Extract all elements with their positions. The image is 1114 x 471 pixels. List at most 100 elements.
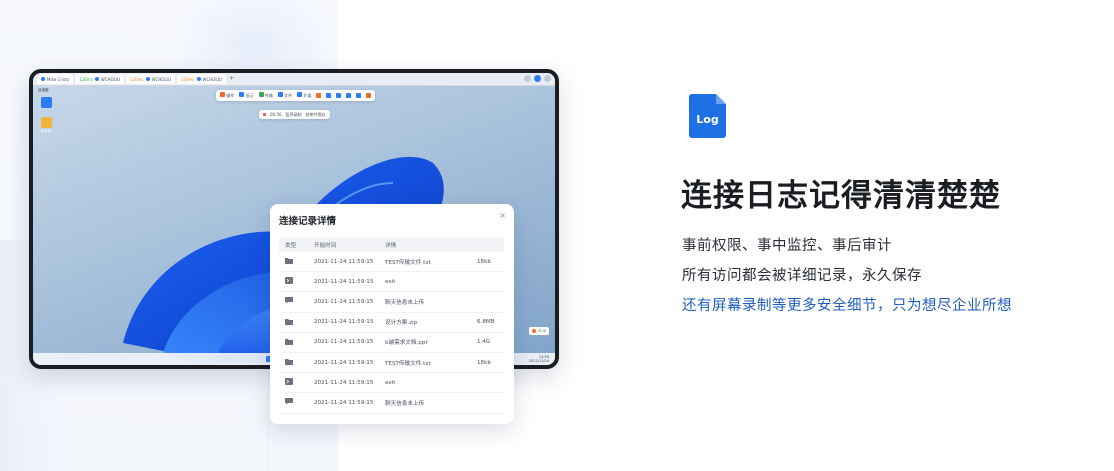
computer-icon bbox=[40, 97, 52, 108]
row-detail-cell: exit bbox=[385, 278, 396, 285]
session-status-icon bbox=[94, 77, 99, 81]
background-divider bbox=[268, 360, 269, 471]
row-time-cell: 2021-11-24 11:59:15 bbox=[314, 339, 374, 346]
display-icon bbox=[239, 92, 245, 97]
session-tab-label: Mike Cristo bbox=[47, 76, 70, 82]
row-type-cell bbox=[279, 257, 314, 266]
toolbar-item-display[interactable]: 显示 bbox=[239, 92, 254, 99]
table-row[interactable]: 2021-11-24 11:59:15 TEST传输文件.txt 18kb bbox=[279, 252, 504, 273]
latency-label: 126ms bbox=[180, 76, 195, 82]
folder-icon bbox=[40, 117, 52, 128]
recording-indicator-icon bbox=[263, 113, 266, 116]
row-time-cell: 2021-11-24 11:59:15 bbox=[314, 298, 374, 305]
row-size-cell: 1.4G bbox=[477, 339, 491, 346]
session-status-icon bbox=[41, 77, 45, 81]
recording-bar: 00:56 暂停录制 结束并保存 bbox=[259, 110, 330, 119]
row-detail-cell: 聊天信息未上传 bbox=[385, 299, 425, 306]
session-tab[interactable]: 126ms WCHOLIU bbox=[126, 74, 175, 84]
window-control-button[interactable] bbox=[544, 75, 551, 82]
table-row[interactable]: 2021-11-24 11:59:15 exit bbox=[279, 272, 504, 293]
folder-icon bbox=[285, 338, 293, 347]
operate-icon bbox=[220, 92, 225, 97]
session-tab-label: WCHOLIU bbox=[202, 76, 222, 82]
keyboard-icon[interactable] bbox=[346, 93, 352, 98]
clock-date: 2021/11/24 bbox=[528, 359, 549, 363]
toolbar-item-extend[interactable]: 扩展 bbox=[297, 92, 311, 99]
row-time-cell: 2021-11-24 11:59:15 bbox=[314, 278, 374, 285]
row-detail-cell: b端需求文档.ppt bbox=[385, 340, 428, 347]
table-header: 类型 开始时间 详情 bbox=[279, 237, 504, 252]
table-row[interactable]: 2021-11-24 11:59:15 TEST传输文件.txt 18kb bbox=[279, 353, 504, 374]
input-method-icon bbox=[532, 329, 537, 333]
window-icon[interactable] bbox=[356, 93, 362, 98]
row-type-cell bbox=[279, 277, 314, 286]
desktop-icon-label: 回收站 bbox=[40, 129, 52, 133]
row-type-cell bbox=[279, 318, 314, 327]
connection-log-dialog: 连接记录详情 × 类型 开始时间 详情 2021-11-24 11:59:15 T… bbox=[270, 204, 514, 424]
latency-label: 126ms bbox=[130, 76, 144, 82]
toolbar-item-transfer[interactable]: 传输 bbox=[258, 92, 273, 99]
folder-icon bbox=[285, 358, 293, 367]
row-detail-cell: 设计方案.zip bbox=[385, 320, 418, 327]
pause-recording-button[interactable]: 暂停录制 bbox=[286, 112, 302, 118]
settings-icon[interactable] bbox=[524, 75, 531, 82]
row-size-cell: 18kb bbox=[477, 258, 491, 265]
log-table: 类型 开始时间 详情 2021-11-24 11:59:15 TEST传输文件.t… bbox=[279, 237, 504, 414]
column-header-detail: 详情 bbox=[385, 242, 397, 249]
folder-icon bbox=[285, 318, 293, 327]
row-time-cell: 2021-11-24 11:59:15 bbox=[314, 359, 374, 366]
record-icon[interactable] bbox=[316, 93, 322, 98]
row-time-cell: 2021-11-24 11:59:15 bbox=[314, 258, 374, 265]
input-method-badge[interactable]: 中 ⚙ bbox=[529, 327, 549, 335]
transfer-icon bbox=[258, 92, 264, 97]
terminal-icon bbox=[285, 277, 293, 286]
fullscreen-icon[interactable] bbox=[366, 93, 372, 98]
session-tab[interactable]: 126ms WCHOLIU bbox=[75, 74, 124, 84]
feature-headline: 连接日志记得清清楚楚 bbox=[681, 178, 1001, 214]
table-row[interactable]: 2021-11-24 11:59:15 exit bbox=[279, 373, 504, 394]
toolbar-item-operate[interactable]: 操作 bbox=[220, 92, 234, 99]
session-tab-label: WCHOLIU bbox=[100, 76, 120, 82]
column-header-start-time: 开始时间 bbox=[314, 242, 337, 249]
table-row[interactable]: 2021-11-24 11:59:15 设计方案.zip 6.8MB bbox=[279, 313, 504, 333]
file-icon bbox=[277, 92, 283, 97]
table-row[interactable]: 2021-11-24 11:59:15 聊天信息未上传 bbox=[279, 292, 504, 313]
user-avatar-icon[interactable] bbox=[534, 75, 541, 82]
row-detail-cell: TEST传输文件.txt bbox=[385, 259, 431, 266]
row-type-cell bbox=[279, 297, 314, 306]
table-row[interactable]: 2021-11-24 11:59:15 b端需求文档.ppt 1.4G bbox=[279, 333, 504, 353]
row-type-cell bbox=[279, 378, 314, 387]
feature-line: 事前权限、事中监控、事后审计 bbox=[682, 238, 892, 254]
session-tab-label: WCHOLIU bbox=[151, 76, 171, 82]
desktop-icon-computer[interactable] bbox=[37, 97, 55, 108]
row-size-cell: 6.8MB bbox=[477, 319, 495, 326]
session-status-icon bbox=[196, 77, 201, 81]
session-status-icon bbox=[145, 77, 150, 81]
remote-toolbar: 操作 显示 传输 文件 扩展 bbox=[216, 90, 376, 101]
input-method-label: 中 ⚙ bbox=[538, 328, 546, 333]
screen-icon[interactable] bbox=[336, 93, 342, 98]
table-body: 2021-11-24 11:59:15 TEST传输文件.txt 18kb 2021-… bbox=[279, 252, 504, 414]
add-tab-button[interactable]: + bbox=[228, 75, 236, 83]
row-size-cell: 18kb bbox=[477, 359, 491, 366]
toolbar-item-file[interactable]: 文件 bbox=[277, 92, 292, 99]
recording-time: 00:56 bbox=[270, 112, 282, 117]
row-type-cell bbox=[279, 358, 314, 367]
stop-recording-button[interactable]: 结束并保存 bbox=[306, 112, 326, 118]
table-row[interactable]: 2021-11-24 11:59:15 聊天信息未上传 bbox=[279, 393, 504, 414]
session-tab[interactable]: 126ms WCHOLIU bbox=[176, 74, 226, 84]
row-time-cell: 2021-11-24 11:59:15 bbox=[314, 319, 374, 326]
row-type-cell bbox=[279, 398, 314, 407]
extend-icon bbox=[297, 92, 303, 97]
dialog-title: 连接记录详情 bbox=[279, 216, 337, 227]
desktop-icon-recycle-bin[interactable]: 回收站 bbox=[37, 117, 55, 134]
feature-line-highlight: 还有屏幕录制等更多安全细节，只为想尽企业所想 bbox=[682, 298, 1012, 314]
session-tab[interactable]: Mike Cristo bbox=[37, 74, 74, 84]
chat-icon bbox=[285, 297, 293, 306]
feature-line: 所有访问都会被详细记录，永久保存 bbox=[682, 268, 922, 284]
row-detail-cell: exit bbox=[385, 379, 396, 386]
desktop-icon-label: 此电脑 bbox=[38, 88, 49, 92]
close-icon[interactable]: × bbox=[499, 211, 506, 220]
monitor-icon[interactable] bbox=[326, 93, 332, 98]
window-controls bbox=[524, 75, 551, 82]
